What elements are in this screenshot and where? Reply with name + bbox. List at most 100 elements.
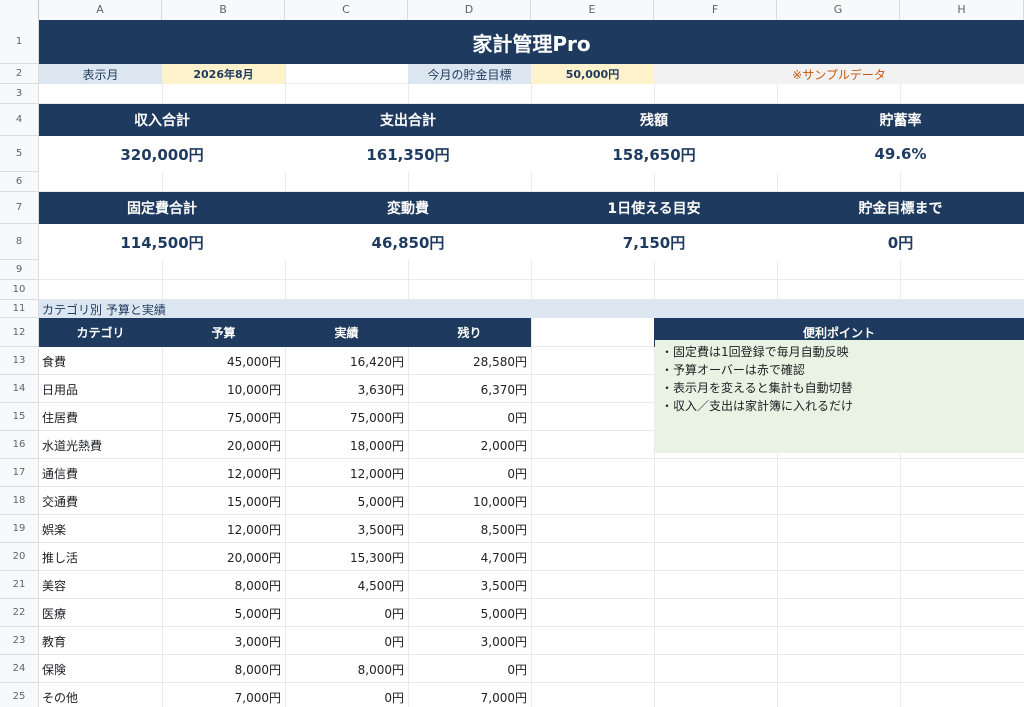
month-value-cell[interactable]: 2026年8月 (162, 64, 285, 84)
amount-cell[interactable]: 3,500円 (285, 515, 408, 543)
goal-value-cell[interactable]: 50,000円 (531, 64, 654, 84)
category-cell[interactable]: 水道光熱費 (39, 431, 162, 459)
amount-cell[interactable]: 20,000円 (162, 543, 285, 571)
amount-cell[interactable]: 12,000円 (162, 459, 285, 487)
amount-cell[interactable]: 5,000円 (408, 599, 531, 627)
category-cell[interactable]: 保険 (39, 655, 162, 683)
column-header-c[interactable]: C (285, 0, 408, 20)
row-header-8[interactable]: 8 (0, 224, 39, 260)
amount-cell[interactable]: 5,000円 (162, 599, 285, 627)
category-cell[interactable]: 美容 (39, 571, 162, 599)
row-header-13[interactable]: 13 (0, 347, 39, 375)
amount-cell[interactable]: 10,000円 (162, 375, 285, 403)
row-header-12[interactable]: 12 (0, 318, 39, 347)
kpi-value[interactable]: 320,000円 (39, 136, 285, 172)
amount-cell[interactable]: 8,500円 (408, 515, 531, 543)
amount-cell[interactable]: 75,000円 (162, 403, 285, 431)
amount-cell[interactable]: 0円 (285, 627, 408, 655)
amount-cell[interactable]: 8,000円 (285, 655, 408, 683)
row-header-18[interactable]: 18 (0, 487, 39, 515)
row-header-6[interactable]: 6 (0, 172, 39, 192)
kpi-value[interactable]: 158,650円 (531, 136, 777, 172)
column-header-h[interactable]: H (900, 0, 1024, 20)
kpi-value[interactable]: 161,350円 (285, 136, 531, 172)
row-header-7[interactable]: 7 (0, 192, 39, 224)
amount-cell[interactable]: 20,000円 (162, 431, 285, 459)
row-header-9[interactable]: 9 (0, 260, 39, 280)
category-cell[interactable]: 住居費 (39, 403, 162, 431)
amount-cell[interactable]: 0円 (285, 599, 408, 627)
row-header-1[interactable]: 1 (0, 20, 39, 64)
row-header-22[interactable]: 22 (0, 599, 39, 627)
category-cell[interactable]: 教育 (39, 627, 162, 655)
row-header-23[interactable]: 23 (0, 627, 39, 655)
table-header-cell[interactable]: カテゴリ (39, 318, 162, 347)
column-header-a[interactable]: A (39, 0, 162, 20)
amount-cell[interactable]: 28,580円 (408, 347, 531, 375)
row-header-11[interactable]: 11 (0, 300, 39, 318)
row-header-16[interactable]: 16 (0, 431, 39, 459)
amount-cell[interactable]: 6,370円 (408, 375, 531, 403)
category-cell[interactable]: 娯楽 (39, 515, 162, 543)
row-header-3[interactable]: 3 (0, 84, 39, 104)
category-cell[interactable]: 食費 (39, 347, 162, 375)
amount-cell[interactable]: 3,630円 (285, 375, 408, 403)
kpi-value[interactable]: 0円 (777, 224, 1024, 260)
table-header-cell[interactable]: 残り (408, 318, 531, 347)
column-header-g[interactable]: G (777, 0, 900, 20)
row-header-15[interactable]: 15 (0, 403, 39, 431)
row-header-5[interactable]: 5 (0, 136, 39, 172)
row-header-19[interactable]: 19 (0, 515, 39, 543)
amount-cell[interactable]: 18,000円 (285, 431, 408, 459)
category-cell[interactable]: 医療 (39, 599, 162, 627)
amount-cell[interactable]: 16,420円 (285, 347, 408, 375)
amount-cell[interactable]: 12,000円 (162, 515, 285, 543)
amount-cell[interactable]: 45,000円 (162, 347, 285, 375)
row-header-14[interactable]: 14 (0, 375, 39, 403)
amount-cell[interactable]: 12,000円 (285, 459, 408, 487)
kpi-value[interactable]: 7,150円 (531, 224, 777, 260)
category-cell[interactable]: その他 (39, 683, 162, 707)
amount-cell[interactable]: 10,000円 (408, 487, 531, 515)
column-header-d[interactable]: D (408, 0, 531, 20)
category-cell[interactable]: 交通費 (39, 487, 162, 515)
amount-cell[interactable]: 3,000円 (162, 627, 285, 655)
amount-cell[interactable]: 15,000円 (162, 487, 285, 515)
kpi-value[interactable]: 114,500円 (39, 224, 285, 260)
row-header-4[interactable]: 4 (0, 104, 39, 136)
amount-cell[interactable]: 0円 (408, 459, 531, 487)
amount-cell[interactable]: 0円 (408, 403, 531, 431)
category-cell[interactable]: 通信費 (39, 459, 162, 487)
amount-cell[interactable]: 5,000円 (285, 487, 408, 515)
amount-cell[interactable]: 75,000円 (285, 403, 408, 431)
column-header-f[interactable]: F (654, 0, 777, 20)
select-all-corner[interactable] (0, 0, 39, 20)
amount-cell[interactable]: 3,000円 (408, 627, 531, 655)
amount-cell[interactable]: 15,300円 (285, 543, 408, 571)
kpi-value[interactable]: 46,850円 (285, 224, 531, 260)
amount-cell[interactable]: 7,000円 (408, 683, 531, 707)
row-header-25[interactable]: 25 (0, 683, 39, 707)
table-header-cell[interactable]: 予算 (162, 318, 285, 347)
sheet-title[interactable]: 家計管理Pro (39, 20, 1024, 64)
amount-cell[interactable]: 0円 (285, 683, 408, 707)
amount-cell[interactable]: 8,000円 (162, 655, 285, 683)
amount-cell[interactable]: 3,500円 (408, 571, 531, 599)
column-header-e[interactable]: E (531, 0, 654, 20)
amount-cell[interactable]: 8,000円 (162, 571, 285, 599)
row-header-24[interactable]: 24 (0, 655, 39, 683)
row-header-2[interactable]: 2 (0, 64, 39, 84)
amount-cell[interactable]: 4,500円 (285, 571, 408, 599)
row-header-17[interactable]: 17 (0, 459, 39, 487)
amount-cell[interactable]: 2,000円 (408, 431, 531, 459)
amount-cell[interactable]: 7,000円 (162, 683, 285, 707)
kpi-value[interactable]: 49.6% (777, 136, 1024, 172)
category-cell[interactable]: 日用品 (39, 375, 162, 403)
row-header-10[interactable]: 10 (0, 280, 39, 300)
amount-cell[interactable]: 0円 (408, 655, 531, 683)
row-header-21[interactable]: 21 (0, 571, 39, 599)
column-header-b[interactable]: B (162, 0, 285, 20)
amount-cell[interactable]: 4,700円 (408, 543, 531, 571)
row-header-20[interactable]: 20 (0, 543, 39, 571)
table-header-cell[interactable]: 実績 (285, 318, 408, 347)
